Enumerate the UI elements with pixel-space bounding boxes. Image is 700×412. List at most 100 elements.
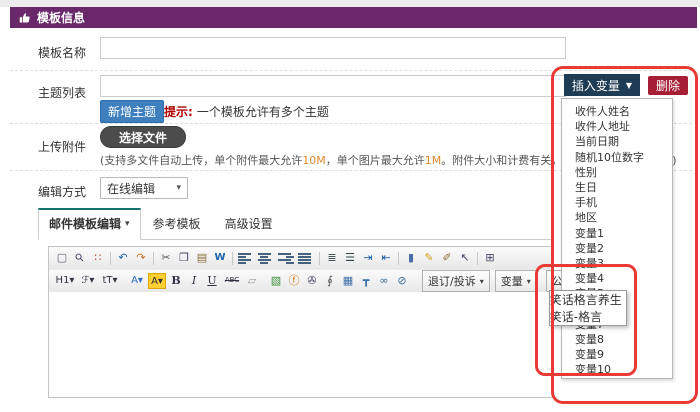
undo-icon[interactable]: ↶ [115,250,131,266]
toolbar-group: ⊞ [481,250,499,266]
underline-icon[interactable]: U [204,273,220,289]
toolbar-group [236,250,316,267]
toolbar-separator [398,251,399,265]
toolbar-separator [153,251,154,265]
variable-item[interactable]: 变量9 [562,347,672,362]
outdent-icon[interactable]: ⇤ [378,250,394,266]
choose-file-button[interactable]: 选择文件 [100,126,186,148]
page-header: 模板信息 [10,7,697,28]
tab-reference-template[interactable]: 参考模板 [141,209,213,239]
variable-item[interactable]: 变量8 [562,332,672,347]
insert-image-icon[interactable]: ▧ [268,273,284,289]
edit-mode-label: 编辑方式 [38,185,87,199]
subject-list-label: 主题列表 [38,86,87,100]
template-name-input[interactable] [100,37,566,59]
variable-item[interactable]: 生日 [562,180,672,195]
variable-item[interactable]: 收件人姓名 [562,104,672,119]
preview-icon[interactable]: ⚲ [69,247,92,270]
strikethrough-icon[interactable]: ABC [222,273,242,289]
new-document-icon[interactable]: ▢ [54,250,70,266]
toolbar-group: A▾ A▾ B I U ABC ▱ [127,273,261,289]
flash-icon[interactable]: ⓕ [286,273,302,289]
chevron-down-icon: ▾ [176,183,181,193]
paragraph-format-dropdown-icon[interactable]: H1▾ [54,273,76,289]
variable-item[interactable]: 收件人地址 [562,119,672,134]
edit-mode-select[interactable]: 在线编辑 ▾ [100,177,188,199]
eraser-icon[interactable]: ▱ [244,273,260,289]
add-subject-button[interactable]: 新增主题 [100,100,165,123]
unlink-icon[interactable]: ⊘ [394,273,410,289]
editor-content-area[interactable] [49,292,552,397]
variable-item[interactable]: 变量10 [562,362,672,377]
brush-icon[interactable]: ✐ [439,250,455,266]
upload-attachment-label: 上传附件 [38,140,87,154]
align-justify-icon[interactable] [298,252,314,264]
variable-item[interactable]: 手机 [562,195,672,210]
bold-icon[interactable]: B [168,273,184,289]
variable-item[interactable]: 地区 [562,210,672,225]
cut-icon[interactable]: ✂ [158,250,174,266]
variable-item[interactable]: 变量3 [562,256,672,271]
paste-icon[interactable]: ▤ [194,250,210,266]
template-info-page: 模板信息 模板名称 主题列表 新增主题 提示: 一个模板允许有多个主题 上传附件 … [0,0,700,412]
align-left-icon[interactable] [238,252,254,264]
align-center-icon[interactable] [258,252,274,264]
public-variable-library-menu: 笑话格言养生笑话-格言 [548,290,627,327]
toolbar-group: ▮ ✎ ✐ ↖ [402,250,474,266]
toolbar-group: ▢ ⚲ ∷ [53,250,107,266]
media-icon[interactable]: ✇ [304,273,320,289]
upload-hint-text: ，单个图片最大允许 [325,154,425,167]
variable-item[interactable]: 当前日期 [562,134,672,149]
editor-toolbar-row1: ▢ ⚲ ∷ ↶ ↷ ✂ ❐ ▤ W ≣ ☰ ⇥ ⇤ ▮ ✎ ✐ ↖ ⊞ [49,247,552,270]
select-arrow-icon[interactable]: ↖ [457,250,473,266]
tab-mail-template-edit[interactable]: 邮件模板编辑 ▾ [38,208,141,240]
unsubscribe-complaint-dropdown[interactable]: 退订/投诉 ▾ [422,270,490,292]
indent-icon[interactable]: ⇥ [360,250,376,266]
variable-item[interactable]: 性别 [562,165,672,180]
insert-variable-label: 插入变量 [571,78,620,93]
highlight-color-icon[interactable]: A▾ [148,273,166,289]
chevron-down-icon: ▾ [125,218,130,229]
italic-icon[interactable]: I [186,273,202,289]
insert-block-icon[interactable]: ▮ [403,250,419,266]
variable-item[interactable]: 随机10位数字 [562,150,672,165]
tab-bar: 邮件模板编辑 ▾ 参考模板 高级设置 [38,208,553,240]
ordered-list-icon[interactable]: ≣ [324,250,340,266]
variable-item[interactable]: 变量1 [562,226,672,241]
toolbar-separator [319,251,320,265]
chevron-down-icon: ▼ [625,80,633,90]
edit-mode-value: 在线编辑 [107,181,156,196]
align-right-icon[interactable] [278,252,294,264]
variable-item[interactable]: 变量2 [562,241,672,256]
font-size-dropdown-icon[interactable]: tT▾ [100,273,120,289]
row-divider [10,70,692,71]
link-icon[interactable]: ∞ [376,273,392,289]
copy-icon[interactable]: ❐ [176,250,192,266]
upload-hint-text: (支持多文件自动上传，单个附件最大允许 [100,154,303,167]
variable-dropdown[interactable]: 变量 ▾ [494,270,537,292]
variable-list: 收件人姓名 收件人地址 当前日期 随机10位数字 性别 生日 手机 地区 变量1 变量2 变量3 变量… [561,98,673,379]
unordered-list-icon[interactable]: ☰ [342,250,358,266]
menu-item[interactable]: 笑话-格言 [550,307,602,327]
redo-icon[interactable]: ↷ [133,250,149,266]
html-source-icon[interactable]: ∷ [90,250,106,266]
toolbar-group: H1▾ ℱ▾ tT▾ [53,273,121,289]
paste-from-word-icon[interactable]: W [212,250,228,266]
unsubscribe-complaint-label: 退订/投诉 [428,275,476,288]
font-family-dropdown-icon[interactable]: ℱ▾ [78,273,98,289]
font-color-icon[interactable]: A▾ [128,273,146,289]
grid-icon[interactable]: ⊞ [482,250,498,266]
top-strip [0,0,700,7]
attachment-icon[interactable]: ∮ [322,273,338,289]
variable-item[interactable]: 变量4 [562,271,672,286]
insert-table-icon[interactable]: ▦ [340,273,356,289]
subject-list-input[interactable] [100,75,566,97]
subject-hint: 提示: 一个模板允许有多个主题 [164,103,329,120]
toolbar-group: ✂ ❐ ▤ W [157,250,229,266]
insert-variable-button[interactable]: 插入变量 ▼ [564,74,640,96]
toolbar-separator [110,251,111,265]
horizontal-rule-icon[interactable]: ┳ [358,273,374,289]
format-painter-icon[interactable]: ✎ [421,250,437,266]
delete-button[interactable]: 删除 [648,76,688,95]
tab-advanced-settings[interactable]: 高级设置 [213,209,285,239]
